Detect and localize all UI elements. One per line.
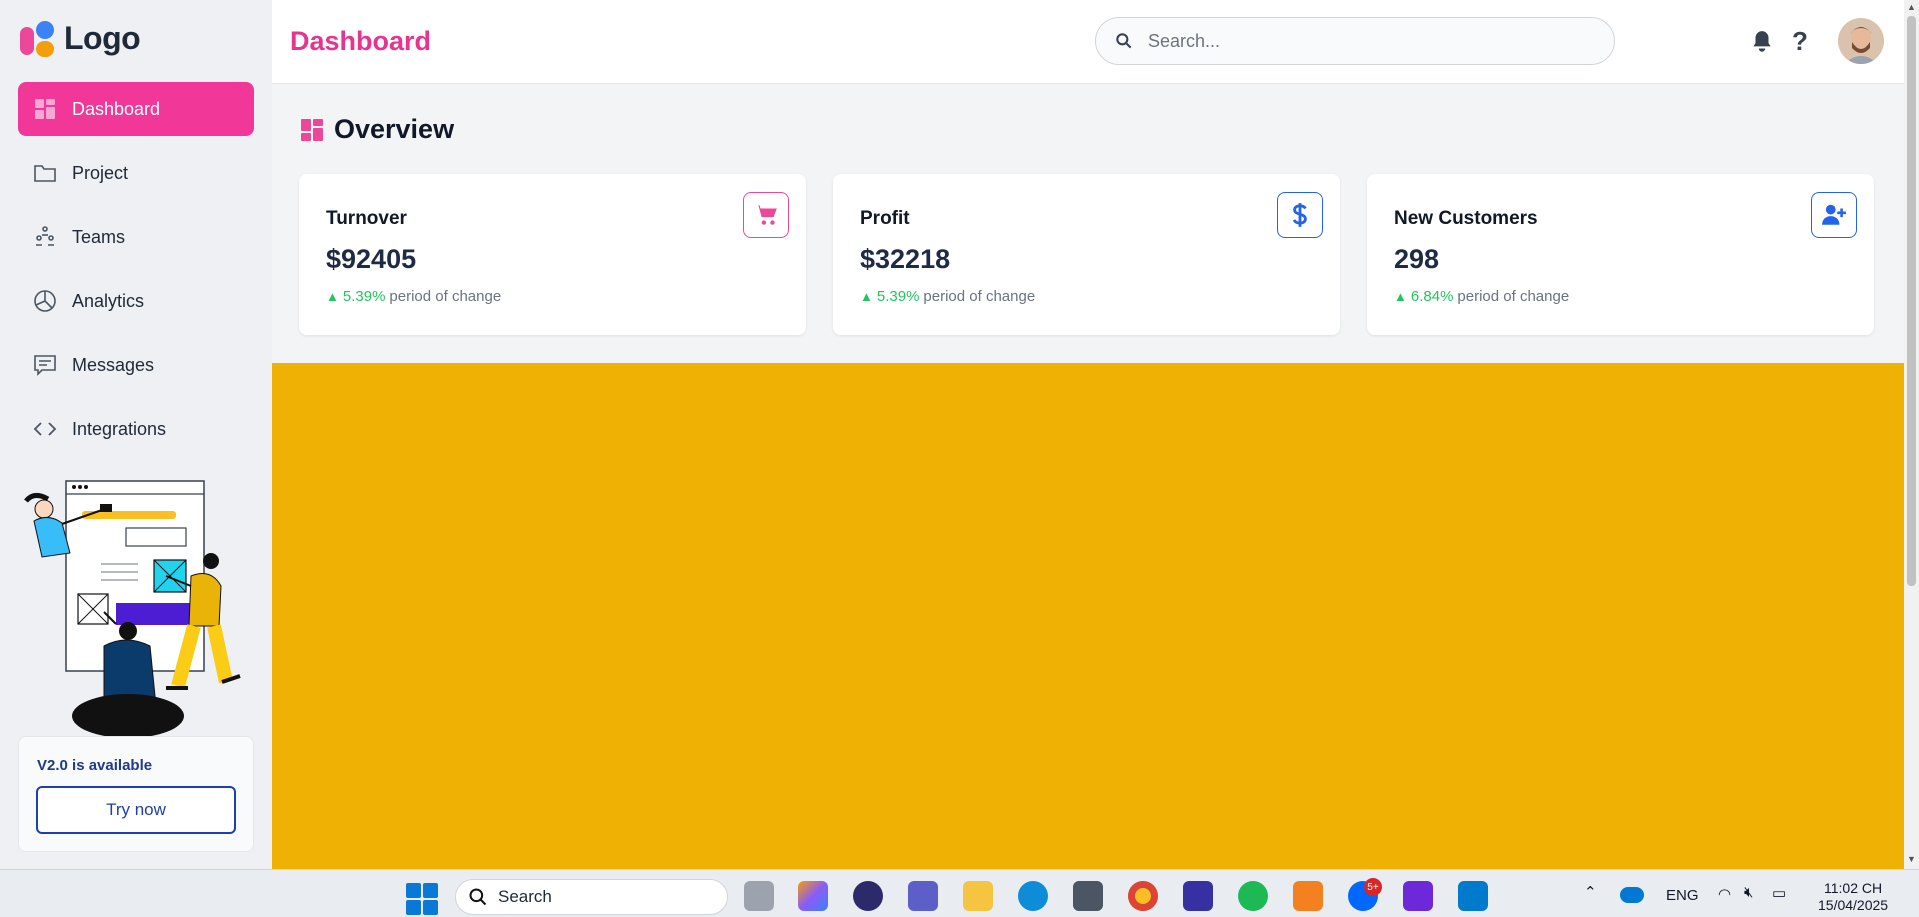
bell-icon[interactable] <box>1749 29 1775 55</box>
dollar-icon <box>1292 203 1307 227</box>
vscode-icon[interactable] <box>1458 881 1488 911</box>
card-value: 298 <box>1394 244 1440 274</box>
change-percent: 5.39% <box>342 288 386 305</box>
sidebar-item-dashboard[interactable]: Dashboard <box>18 82 254 136</box>
up-arrow-icon: ▲ <box>1394 289 1407 304</box>
taskbar: Search 5+ ⌃ ENG ◠ 🔇︎ ▭ 11:02 CH 15/04/20… <box>0 869 1919 917</box>
chevron-up-icon[interactable]: ⌃ <box>1584 883 1597 901</box>
folder-icon <box>32 160 58 186</box>
teams-app-icon[interactable] <box>908 881 938 911</box>
content-panel <box>272 363 1904 869</box>
sidebar-item-label: Analytics <box>72 290 145 311</box>
logo-text: Logo <box>64 20 141 56</box>
scroll-down-icon[interactable]: ▼ <box>1907 854 1916 864</box>
language-indicator[interactable]: ENG <box>1666 887 1699 904</box>
search-icon <box>469 888 487 906</box>
search-bar[interactable] <box>1095 17 1615 65</box>
card-label: New Customers <box>1394 208 1538 229</box>
battery-icon[interactable]: ▭ <box>1772 884 1786 902</box>
chrome-icon[interactable] <box>1128 881 1158 911</box>
card-value: $92405 <box>326 244 417 274</box>
clock[interactable]: 11:02 CH 15/04/2025 <box>1818 880 1888 914</box>
pie-chart-icon <box>32 288 58 314</box>
stat-card-new-customers: New Customers 298 ▲ 6.84% period of chan… <box>1367 174 1874 335</box>
change-text: period of change <box>923 288 1036 305</box>
taskbar-search-label: Search <box>498 887 552 906</box>
task-view-icon[interactable] <box>744 881 774 911</box>
change-percent: 6.84% <box>1410 288 1454 305</box>
clock-time: 11:02 CH <box>1823 880 1883 896</box>
file-explorer-icon[interactable] <box>963 881 993 911</box>
sidebar-item-messages[interactable]: Messages <box>18 338 254 392</box>
copilot-icon[interactable] <box>798 881 828 911</box>
cloudflare-icon[interactable] <box>1293 881 1323 911</box>
add-user-button[interactable] <box>1811 192 1857 238</box>
change-text: period of change <box>389 288 502 305</box>
top-header: Dashboard ? <box>272 0 1904 84</box>
search-input[interactable] <box>1148 30 1588 52</box>
app-cube-icon[interactable] <box>1073 881 1103 911</box>
up-arrow-icon: ▲ <box>326 289 339 304</box>
clock-date: 15/04/2025 <box>1818 897 1889 913</box>
try-now-button[interactable]: Try now <box>36 786 236 834</box>
help-icon[interactable]: ? <box>1792 26 1808 57</box>
edge-icon[interactable] <box>1018 881 1048 911</box>
sidebar-item-label: Dashboard <box>72 98 161 119</box>
grid-icon <box>32 96 58 122</box>
sidebar-item-integrations[interactable]: Integrations <box>18 402 254 456</box>
page-title: Dashboard <box>290 26 432 56</box>
cart-icon <box>755 205 777 225</box>
update-notice: V2.0 is available Try now <box>18 736 254 852</box>
overview-heading: Overview <box>300 114 454 145</box>
card-change: ▲ 6.84% period of change <box>1394 288 1569 305</box>
team-illustration <box>24 480 241 738</box>
spotify-icon[interactable] <box>1238 881 1268 911</box>
message-icon <box>32 352 58 378</box>
code-icon <box>32 416 58 442</box>
search-icon <box>1116 33 1132 49</box>
eclipse-icon[interactable] <box>853 881 883 911</box>
taskbar-search[interactable]: Search <box>455 879 728 915</box>
sidebar: Logo Dashboard Project Teams Analytics M… <box>0 0 272 869</box>
stat-cards: Turnover $92405 ▲ 5.39% period of change… <box>299 174 1874 335</box>
notification-badge: 5+ <box>1364 878 1382 896</box>
add-user-icon <box>1822 204 1846 225</box>
card-label: Profit <box>860 208 910 229</box>
up-arrow-icon: ▲ <box>860 289 873 304</box>
card-change: ▲ 5.39% period of change <box>326 288 501 305</box>
scrollbar[interactable]: ▲ ▼ <box>1904 0 1919 869</box>
scroll-up-icon[interactable]: ▲ <box>1907 2 1916 12</box>
sidebar-item-teams[interactable]: Teams <box>18 210 254 264</box>
logo-mark-icon <box>20 20 56 57</box>
sidebar-item-analytics[interactable]: Analytics <box>18 274 254 328</box>
editor-app-icon[interactable] <box>1183 881 1213 911</box>
wifi-icon[interactable]: ◠ <box>1718 885 1731 903</box>
teams-icon <box>32 224 58 250</box>
stat-card-turnover: Turnover $92405 ▲ 5.39% period of change <box>299 174 806 335</box>
overview-title: Overview <box>334 114 455 144</box>
update-title: V2.0 is available <box>37 757 153 774</box>
change-percent: 5.39% <box>876 288 920 305</box>
sidebar-item-project[interactable]: Project <box>18 146 254 200</box>
sidebar-nav: Dashboard Project Teams Analytics Messag… <box>18 82 254 466</box>
card-value: $32218 <box>860 244 951 274</box>
windows-start-icon[interactable] <box>406 883 438 915</box>
dollar-button[interactable] <box>1277 192 1323 238</box>
logo[interactable]: Logo <box>20 20 141 57</box>
sidebar-item-label: Project <box>72 162 129 183</box>
dashboard-icon <box>301 118 323 141</box>
card-change: ▲ 5.39% period of change <box>860 288 1035 305</box>
sidebar-item-label: Messages <box>72 354 155 375</box>
git-app-icon[interactable] <box>1403 881 1433 911</box>
cart-button[interactable] <box>743 192 789 238</box>
volume-muted-icon[interactable]: 🔇︎ <box>1744 884 1753 901</box>
scroll-thumb[interactable] <box>1907 16 1916 586</box>
onedrive-icon[interactable] <box>1620 887 1644 903</box>
sidebar-item-label: Integrations <box>72 418 167 439</box>
change-text: period of change <box>1457 288 1570 305</box>
stat-card-profit: Profit $32218 ▲ 5.39% period of change <box>833 174 1340 335</box>
sidebar-item-label: Teams <box>72 226 126 247</box>
card-label: Turnover <box>326 208 407 229</box>
avatar[interactable] <box>1838 18 1884 64</box>
